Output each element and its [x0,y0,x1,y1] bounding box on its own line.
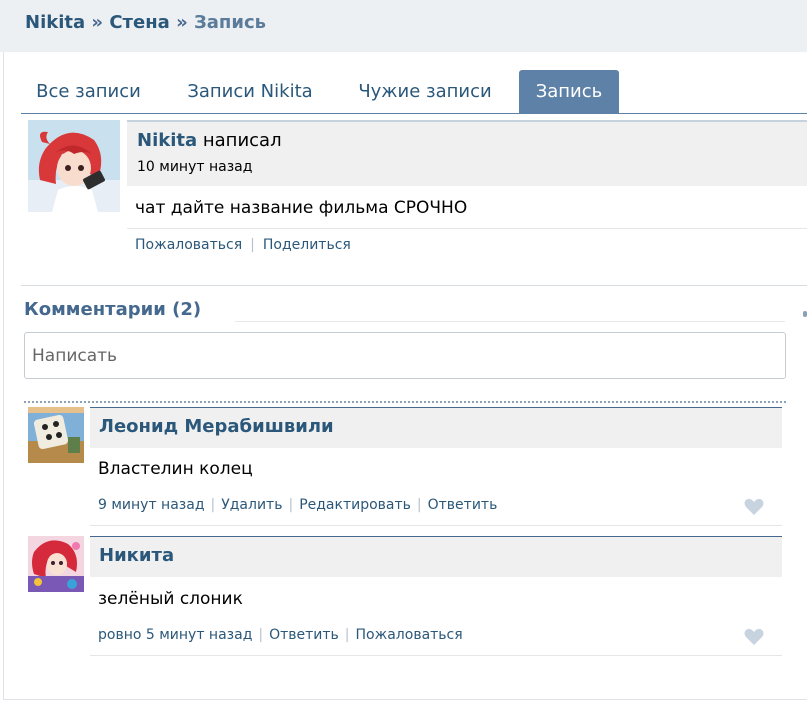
heart-icon[interactable] [744,628,764,646]
post-author-line: Nikita написал [137,130,282,151]
tab-all-posts[interactable]: Все записи [21,70,156,113]
comment-divider [90,655,782,656]
breadcrumb-current: Запись [193,12,267,33]
comment-input[interactable] [24,332,786,379]
comment-divider [90,525,782,526]
comments-dotted-divider [24,401,786,403]
comments-title-rule [235,321,785,322]
post-actions: Пожаловаться | Поделиться [135,237,351,253]
section-divider [21,285,807,286]
comment-author-link[interactable]: Леонид Мерабишвили [99,416,334,437]
comment-header: Никита [90,536,782,577]
breadcrumb-wall-link[interactable]: Стена [109,12,169,33]
edge-marker [803,311,807,317]
comment-text: зелёный слоник [98,589,243,609]
post-header: Nikita написал 10 минут назад [127,120,807,186]
report-link[interactable]: Пожаловаться [135,237,242,253]
share-link[interactable]: Поделиться [263,237,351,253]
comment-text: Властелин колец [98,459,253,479]
comment-actions: 9 минут назад | Удалить | Редактировать | Отве… [98,497,497,513]
post-author-avatar[interactable] [28,120,120,212]
delete-link[interactable]: Удалить [221,497,282,513]
post-author-link[interactable]: Nikita [137,130,197,151]
comment-author-avatar[interactable] [28,536,84,592]
action-separator: | [416,497,422,513]
action-separator: | [250,237,255,253]
breadcrumb-owner-link[interactable]: Nikita [25,12,85,33]
tab-bar: Все записи Записи Nikita Чужие записи За… [21,70,807,114]
tab-owner-posts[interactable]: Записи Nikita [171,70,329,113]
report-link[interactable]: Пожаловаться [356,627,463,643]
post-timestamp: 10 минут назад [137,159,253,175]
comment-time-link[interactable]: ровно 5 минут назад [98,627,252,643]
action-separator: | [288,497,294,513]
reply-link[interactable]: Ответить [428,497,498,513]
action-separator: | [258,627,264,643]
breadcrumb: Nikita » Стена » Запись [25,12,266,33]
post-author-action: написал [202,130,282,151]
top-bar: Nikita » Стена » Запись [0,0,807,52]
comments-title: Комментарии (2) [24,299,202,320]
action-separator: | [344,627,350,643]
edit-link[interactable]: Редактировать [299,497,411,513]
comment-actions: ровно 5 минут назад | Ответить | Пожаловатьс… [98,627,463,643]
action-separator: | [210,497,216,513]
comment-author-link[interactable]: Никита [99,545,174,566]
post-text: чат дайте название фильма СРОЧНО [135,198,468,218]
heart-icon[interactable] [744,498,764,516]
comment-author-avatar[interactable] [28,407,84,463]
comment-time-link[interactable]: 9 минут назад [98,497,205,513]
comment-header: Леонид Мерабишвили [90,407,782,448]
post-divider [127,228,807,229]
reply-link[interactable]: Ответить [269,627,339,643]
tab-others-posts[interactable]: Чужие записи [343,70,507,113]
breadcrumb-separator: » [176,12,188,33]
breadcrumb-separator: » [91,12,104,33]
tab-post[interactable]: Запись [519,70,619,113]
